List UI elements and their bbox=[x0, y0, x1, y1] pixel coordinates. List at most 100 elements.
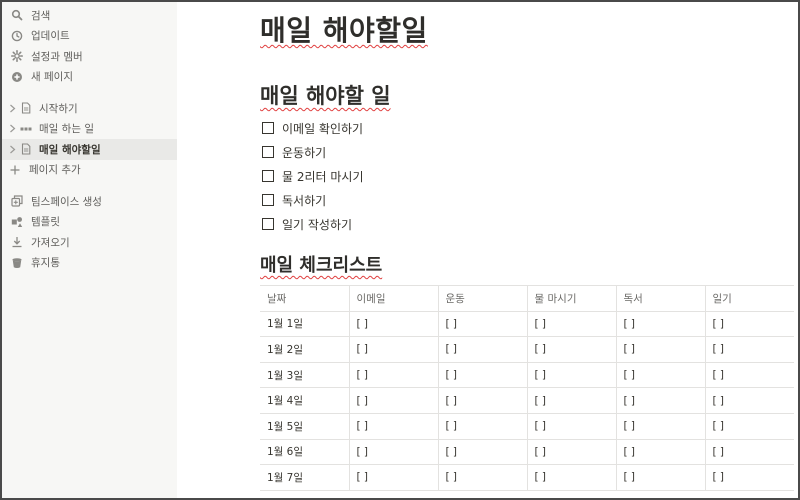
table-row: 1월 3일 [ ] [ ] [ ] [ ] [ ] bbox=[260, 361, 794, 389]
chevron-right-icon[interactable] bbox=[7, 102, 17, 114]
todo-checkbox[interactable] bbox=[262, 194, 274, 206]
table-row: 1월 6일 [ ] [ ] [ ] [ ] [ ] bbox=[260, 438, 794, 466]
table-cell[interactable]: [ ] bbox=[348, 464, 439, 491]
sidebar-item-templates[interactable]: 템플릿 bbox=[2, 212, 177, 233]
table-cell[interactable]: [ ] bbox=[615, 438, 706, 466]
todo-checkbox[interactable] bbox=[262, 218, 274, 230]
table-cell[interactable]: [ ] bbox=[615, 412, 706, 440]
table-cell[interactable]: [ ] bbox=[615, 464, 706, 491]
table-cell[interactable]: 1월 3일 bbox=[260, 361, 350, 389]
table-cell[interactable]: [ ] bbox=[348, 412, 439, 440]
checklist-heading[interactable]: 매일 체크리스트 bbox=[260, 251, 382, 277]
table-cell[interactable]: [ ] bbox=[348, 361, 439, 389]
sidebar-item-label: 가져오기 bbox=[31, 236, 70, 249]
clock-icon bbox=[10, 29, 24, 43]
table-cell[interactable]: [ ] bbox=[704, 361, 794, 389]
gear-icon bbox=[10, 49, 24, 63]
table-cell[interactable]: [ ] bbox=[615, 336, 706, 363]
checklist-table: 날짜 이메일 운동 물 마시기 독서 일기 1월 1일 [ ] [ ] [] … bbox=[260, 285, 794, 491]
sidebar-page-getting-started[interactable]: 시작하기 bbox=[2, 98, 177, 119]
sidebar-item-import[interactable]: 가져오기 bbox=[2, 232, 177, 253]
sidebar-page-daily-tasks[interactable]: 매일 하는 일 bbox=[2, 119, 177, 140]
table-header-cell[interactable]: 일기 bbox=[704, 285, 794, 312]
todo-checkbox[interactable] bbox=[262, 146, 274, 158]
sidebar-item-label: 매일 하는 일 bbox=[39, 123, 94, 136]
table-cell[interactable]: [ ] bbox=[704, 387, 794, 414]
todo-label: 일기 작성하기 bbox=[282, 217, 353, 232]
sidebar-item-updates[interactable]: 업데이트 bbox=[2, 26, 177, 47]
todo-item[interactable]: 물 2리터 마시기 bbox=[262, 164, 364, 188]
table-cell[interactable]: [ ] bbox=[348, 310, 439, 338]
table-cell[interactable]: [ ] bbox=[348, 387, 439, 414]
table-cell[interactable]: [ ] bbox=[704, 464, 794, 491]
todo-item[interactable]: 독서하기 bbox=[262, 188, 364, 212]
table-cell[interactable]: [ ] bbox=[615, 387, 706, 414]
table-header-cell[interactable]: 이메일 bbox=[348, 285, 439, 312]
table-header-cell[interactable]: 독서 bbox=[615, 285, 706, 312]
sidebar-item-label: 페이지 추가 bbox=[29, 164, 81, 177]
table-cell[interactable]: [ ] bbox=[437, 336, 528, 363]
database-icon bbox=[19, 122, 33, 136]
table-cell[interactable]: [ ] bbox=[704, 412, 794, 440]
teamspace-icon bbox=[10, 194, 24, 208]
sidebar-item-create-teamspace[interactable]: 팀스페이스 생성 bbox=[2, 191, 177, 212]
table-cell[interactable]: [ ] bbox=[526, 464, 617, 491]
chevron-right-icon[interactable] bbox=[7, 123, 17, 135]
table-cell[interactable]: [ ] bbox=[704, 310, 794, 338]
search-icon bbox=[10, 8, 24, 22]
table-cell[interactable]: [ ] bbox=[437, 310, 528, 338]
table-header-cell[interactable]: 날짜 bbox=[260, 285, 350, 312]
table-cell[interactable]: 1월 2일 bbox=[260, 336, 350, 363]
table-row: 1월 1일 [ ] [ ] [ ] [ ] [ ] bbox=[260, 310, 794, 338]
table-cell[interactable]: [ ] bbox=[526, 387, 617, 414]
table-cell[interactable]: [ ] bbox=[615, 310, 706, 338]
table-cell[interactable]: 1월 7일 bbox=[260, 464, 350, 491]
chevron-right-icon[interactable] bbox=[7, 143, 17, 155]
table-cell[interactable]: 1월 4일 bbox=[260, 387, 350, 414]
table-header-cell[interactable]: 물 마시기 bbox=[526, 285, 617, 312]
todo-checkbox[interactable] bbox=[262, 122, 274, 134]
sidebar-item-label: 템플릿 bbox=[31, 216, 60, 229]
sidebar-item-search[interactable]: 검색 bbox=[2, 5, 177, 26]
todo-checkbox[interactable] bbox=[262, 170, 274, 182]
table-cell[interactable]: [ ] bbox=[526, 361, 617, 389]
table-cell[interactable]: [ ] bbox=[437, 387, 528, 414]
todo-item[interactable]: 이메일 확인하기 bbox=[262, 116, 364, 140]
table-cell[interactable]: [ ] bbox=[615, 361, 706, 389]
table-header-cell[interactable]: 운동 bbox=[437, 285, 528, 312]
table-cell[interactable]: 1월 6일 bbox=[260, 438, 350, 466]
table-cell[interactable]: [ ] bbox=[526, 412, 617, 440]
plus-circle-icon bbox=[10, 70, 24, 84]
checklist-heading-text: 매일 체크리스트 bbox=[260, 255, 383, 276]
todo-item[interactable]: 운동하기 bbox=[262, 140, 364, 164]
app-window: 검색 업데이트 설정과 멤버 새 페이지 시작하기 매일 하는 일 매일 해야할… bbox=[0, 0, 800, 500]
todo-heading[interactable]: 매일 해야할 일 bbox=[260, 80, 391, 110]
sidebar-item-label: 설정과 멤버 bbox=[31, 50, 83, 63]
table-cell[interactable]: 1월 1일 bbox=[260, 310, 350, 338]
table-cell[interactable]: [ ] bbox=[348, 336, 439, 363]
sidebar-item-settings[interactable]: 설정과 멤버 bbox=[2, 46, 177, 67]
todo-label: 물 2리터 마시기 bbox=[282, 169, 364, 184]
table-header-row: 날짜 이메일 운동 물 마시기 독서 일기 bbox=[260, 285, 794, 312]
sidebar-item-label: 시작하기 bbox=[39, 102, 78, 115]
sidebar-item-trash[interactable]: 휴지통 bbox=[2, 253, 177, 274]
table-cell[interactable]: [ ] bbox=[437, 412, 528, 440]
sidebar-add-page[interactable]: 페이지 추가 bbox=[2, 160, 177, 181]
table-cell[interactable]: 1월 5일 bbox=[260, 412, 350, 440]
sidebar-item-new-page[interactable]: 새 페이지 bbox=[2, 67, 177, 88]
table-cell[interactable]: [ ] bbox=[437, 438, 528, 466]
table-cell[interactable]: [ ] bbox=[526, 336, 617, 363]
todo-item[interactable]: 일기 작성하기 bbox=[262, 212, 364, 236]
table-cell[interactable]: [ ] bbox=[704, 438, 794, 466]
table-cell[interactable]: [ ] bbox=[526, 310, 617, 338]
import-icon bbox=[10, 235, 24, 249]
sidebar-item-label: 매일 해야할일 bbox=[39, 143, 101, 156]
page-title[interactable]: 매일 해야할일 bbox=[260, 9, 428, 49]
table-cell[interactable]: [ ] bbox=[437, 361, 528, 389]
table-cell[interactable]: [ ] bbox=[437, 464, 528, 491]
table-cell[interactable]: [ ] bbox=[526, 438, 617, 466]
table-cell[interactable]: [ ] bbox=[348, 438, 439, 466]
sidebar-page-daily-todo[interactable]: 매일 해야할일 bbox=[2, 139, 177, 160]
table-cell[interactable]: [ ] bbox=[704, 336, 794, 363]
main-content: 매일 해야할일 매일 해야할 일 이메일 확인하기 운동하기 물 2리터 마시기 bbox=[177, 2, 798, 498]
